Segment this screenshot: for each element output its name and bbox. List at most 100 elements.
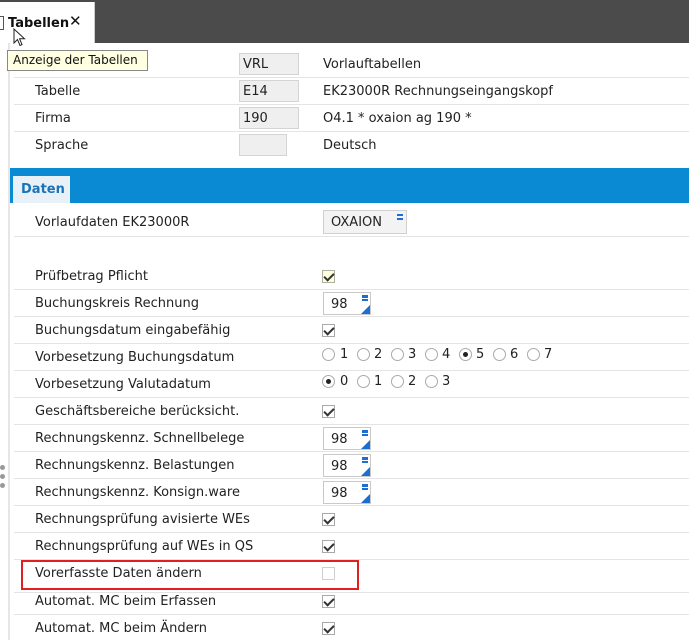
konsign-field[interactable]: 98 (323, 481, 371, 504)
list-icon[interactable] (362, 484, 368, 490)
radio-label: 1 (340, 347, 349, 362)
radio-2[interactable] (391, 375, 404, 388)
qs-checkbox[interactable] (322, 540, 335, 553)
radio-5[interactable] (459, 348, 472, 361)
radio-label: 1 (374, 374, 383, 389)
schnell-label: Rechnungskennz. Schnellbelege (35, 431, 245, 446)
konsign-value: 98 (331, 486, 348, 501)
list-icon[interactable] (397, 214, 403, 220)
buchungskreis-label: Buchungskreis Rechnung (35, 296, 199, 311)
divider (14, 343, 689, 344)
radio-3[interactable] (391, 348, 404, 361)
divider (14, 532, 689, 533)
radio-3[interactable] (425, 375, 438, 388)
highlight-frame (21, 560, 359, 590)
radio-1[interactable] (322, 348, 335, 361)
corner-marker-icon (361, 494, 370, 503)
corner-marker-icon (361, 467, 370, 476)
section-tab-bar (10, 168, 689, 203)
avisiert-checkbox[interactable] (322, 513, 335, 526)
belastungen-value: 98 (331, 459, 348, 474)
radio-7[interactable] (527, 348, 540, 361)
avisiert-label: Rechnungsprüfung avisierte WEs (35, 512, 250, 527)
close-icon[interactable]: ✕ (69, 14, 82, 29)
divider (14, 131, 689, 132)
radio-label: 6 (510, 347, 519, 362)
top-tab-bar (0, 0, 689, 43)
tabelle-field: E14 (239, 80, 299, 102)
corner-marker-icon (361, 440, 370, 449)
radio-label: 5 (476, 347, 485, 362)
list-icon[interactable] (362, 295, 368, 301)
qs-label: Rechnungsprüfung auf WEs in QS (35, 539, 254, 554)
list-icon[interactable] (362, 430, 368, 436)
tab-edge-decoration (0, 16, 4, 30)
corner-marker-icon (361, 305, 370, 314)
radio-label: 4 (442, 347, 451, 362)
radio-label: 2 (408, 374, 417, 389)
mc-erfassen-checkbox[interactable] (322, 595, 335, 608)
firma-label: Firma (35, 111, 71, 126)
firma-description: O4.1 * oxaion ag 190 * (323, 111, 472, 126)
divider (14, 289, 689, 290)
firma-field: 190 (239, 107, 299, 129)
mc-aendern-checkbox[interactable] (322, 622, 335, 635)
belastungen-field[interactable]: 98 (323, 454, 371, 477)
buchungsdatum-label: Buchungsdatum eingabefähig (35, 323, 231, 338)
vrl-description: Vorlauftabellen (323, 57, 422, 72)
tab-daten-label: Daten (21, 182, 65, 197)
schnell-field[interactable]: 98 (323, 427, 371, 450)
divider (14, 424, 689, 425)
divider (14, 397, 689, 398)
resize-grip-icon[interactable] (0, 474, 5, 479)
pruefbetrag-label: Prüfbetrag Pflicht (35, 269, 148, 284)
radio-1[interactable] (357, 375, 370, 388)
buchungskreis-value: 98 (331, 297, 348, 312)
radio-label: 3 (408, 347, 417, 362)
divider (14, 451, 689, 452)
resize-grip-icon[interactable] (0, 483, 5, 488)
divider (14, 77, 689, 78)
divider (14, 614, 689, 615)
vorlauf-value: OXAION (331, 215, 382, 230)
resize-grip-icon[interactable] (0, 465, 5, 470)
tabelle-description: EK23000R Rechnungseingangskopf (323, 84, 554, 99)
radio-6[interactable] (493, 348, 506, 361)
radio-2[interactable] (357, 348, 370, 361)
geschaeft-label: Geschäftsbereiche berücksicht. (35, 404, 240, 419)
mc-aendern-label: Automat. MC beim Ändern (35, 621, 207, 636)
divider (14, 505, 689, 506)
radio-0[interactable] (322, 375, 335, 388)
vorbes-buchung-label: Vorbesetzung Buchungsdatum (35, 350, 235, 365)
tabelle-label: Tabelle (35, 84, 81, 99)
vorbes-valuta-label: Vorbesetzung Valutadatum (35, 377, 211, 392)
sprache-label: Sprache (35, 138, 89, 153)
tab-daten[interactable]: Daten (13, 173, 70, 203)
left-divider (8, 43, 10, 640)
vorlauf-label: Vorlaufdaten EK23000R (35, 215, 190, 230)
vrl-field: VRL (239, 53, 299, 75)
schnell-value: 98 (331, 432, 348, 447)
divider (14, 478, 689, 479)
vorlauf-select[interactable]: OXAION (323, 210, 407, 234)
radio-label: 3 (442, 374, 451, 389)
pruefbetrag-checkbox[interactable] (322, 270, 335, 283)
radio-label: 7 (544, 347, 553, 362)
divider (14, 592, 689, 593)
radio-label: 0 (340, 374, 349, 389)
belastungen-label: Rechnungskennz. Belastungen (35, 458, 235, 473)
geschaeft-checkbox[interactable] (322, 405, 335, 418)
divider (14, 316, 689, 317)
konsign-label: Rechnungskennz. Konsign.ware (35, 485, 240, 500)
radio-4[interactable] (425, 348, 438, 361)
radio-label: 2 (374, 347, 383, 362)
mc-erfassen-label: Automat. MC beim Erfassen (35, 594, 217, 609)
divider (14, 236, 689, 237)
buchungskreis-field[interactable]: 98 (323, 292, 371, 315)
mouse-cursor-icon (13, 28, 26, 47)
list-icon[interactable] (362, 457, 368, 463)
tooltip: Anzeige der Tabellen (7, 50, 148, 71)
buchungsdatum-checkbox[interactable] (322, 324, 335, 337)
divider (14, 370, 689, 371)
sprache-description: Deutsch (323, 138, 377, 153)
